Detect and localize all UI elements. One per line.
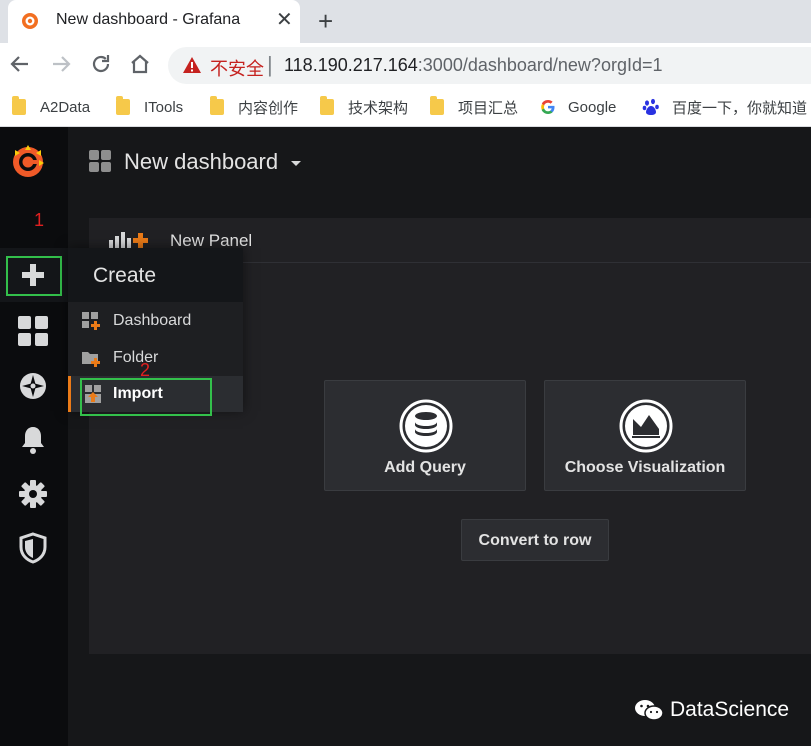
baidu-paw-icon xyxy=(642,98,659,115)
bookmark-baidu[interactable]: 百度一下，你就知道 xyxy=(642,96,807,118)
address-bar[interactable]: 不安全 | 118.190.217.164:3000/dashboard/new… xyxy=(168,47,811,84)
menu-item-label: Folder xyxy=(113,349,159,366)
bookmark-content[interactable]: 内容创作 xyxy=(210,96,298,118)
folder-icon xyxy=(116,96,130,115)
bookmark-label: Google xyxy=(568,98,617,116)
convert-to-row-label: Convert to row xyxy=(478,532,592,549)
area-chart-icon xyxy=(619,399,673,453)
tab-title: New dashboard - Grafana xyxy=(56,11,241,28)
bookmark-google[interactable]: Google xyxy=(540,96,616,118)
watermark: DataScience xyxy=(634,698,789,722)
highlight-box-import xyxy=(80,378,212,416)
address-separator: | xyxy=(267,52,273,77)
menu-item-folder[interactable]: Folder xyxy=(68,340,243,376)
watermark-text: DataScience xyxy=(670,698,790,721)
bookmark-label: A2Data xyxy=(40,98,91,116)
annotation-step-1: 1 xyxy=(34,210,45,230)
menu-item-dashboard[interactable]: Dashboard xyxy=(68,303,243,339)
browser-toolbar: 不安全 | 118.190.217.164:3000/dashboard/new… xyxy=(0,43,811,88)
bookmark-label: 项目汇总 xyxy=(458,99,519,117)
dashboards-grid-icon[interactable] xyxy=(16,314,50,348)
dashboard-add-icon xyxy=(82,312,100,330)
bookmark-label: 百度一下，你就知道 xyxy=(672,99,808,117)
bookmark-label: 内容创作 xyxy=(238,99,299,117)
back-icon[interactable] xyxy=(8,52,32,76)
alerting-bell-icon[interactable] xyxy=(16,423,50,457)
highlight-box-create xyxy=(6,256,62,296)
bookmark-a2data[interactable]: A2Data xyxy=(12,96,90,118)
browser-tab[interactable]: New dashboard - Grafana ✕ xyxy=(8,0,300,43)
google-icon xyxy=(541,100,555,114)
reload-icon[interactable] xyxy=(89,52,113,76)
url-host: 118.190.217.164 xyxy=(284,55,418,75)
create-menu-title: Create xyxy=(93,264,157,287)
wechat-icon xyxy=(635,700,664,721)
bookmark-projects[interactable]: 项目汇总 xyxy=(430,96,518,118)
folder-icon xyxy=(320,96,334,115)
add-query-label: Add Query xyxy=(384,459,466,476)
create-menu-header: Create xyxy=(68,248,243,302)
folder-icon xyxy=(210,96,224,115)
menu-item-label: Dashboard xyxy=(113,312,192,329)
bookmark-architecture[interactable]: 技术架构 xyxy=(320,96,408,118)
home-icon[interactable] xyxy=(128,52,152,76)
grafana-app: 1 New dashboard New Panel Add Query Choo… xyxy=(0,127,811,746)
database-icon xyxy=(399,399,453,453)
choose-visualization-button[interactable]: Choose Visualization xyxy=(544,380,746,491)
browser-tab-strip: New dashboard - Grafana ✕ + xyxy=(0,0,811,43)
choose-visualization-label: Choose Visualization xyxy=(564,459,726,476)
new-tab-icon[interactable]: + xyxy=(318,7,333,35)
server-admin-shield-icon[interactable] xyxy=(16,531,50,565)
url-text[interactable]: 118.190.217.164:3000/dashboard/new?orgId… xyxy=(284,55,663,76)
add-panel-icon xyxy=(109,232,148,250)
grafana-favicon-icon xyxy=(22,13,38,29)
warning-icon xyxy=(183,57,201,73)
bookmarks-bar: A2Data ITools 内容创作 技术架构 项目汇总 Google 百度一下… xyxy=(0,88,811,127)
add-query-button[interactable]: Add Query xyxy=(324,380,526,491)
grafana-logo-icon[interactable] xyxy=(8,141,48,181)
convert-to-row-button[interactable]: Convert to row xyxy=(461,519,609,561)
folder-icon xyxy=(430,96,444,115)
bookmark-label: ITools xyxy=(144,98,184,116)
side-menu: 1 xyxy=(0,127,68,746)
url-path: :3000/dashboard/new?orgId=1 xyxy=(417,55,663,75)
dashboard-grid-icon xyxy=(89,150,111,172)
chevron-down-icon[interactable] xyxy=(291,161,301,166)
bookmark-label: 技术架构 xyxy=(348,99,409,117)
dashboard-title[interactable]: New dashboard xyxy=(124,149,278,175)
explore-compass-icon[interactable] xyxy=(16,369,50,403)
folder-icon xyxy=(12,96,26,115)
configuration-gear-icon[interactable] xyxy=(16,477,50,511)
forward-icon[interactable] xyxy=(49,52,73,76)
bookmark-itools[interactable]: ITools xyxy=(116,96,183,118)
insecure-label[interactable]: 不安全 xyxy=(210,55,264,81)
folder-add-icon xyxy=(82,352,100,367)
tab-close-icon[interactable]: ✕ xyxy=(276,9,293,31)
